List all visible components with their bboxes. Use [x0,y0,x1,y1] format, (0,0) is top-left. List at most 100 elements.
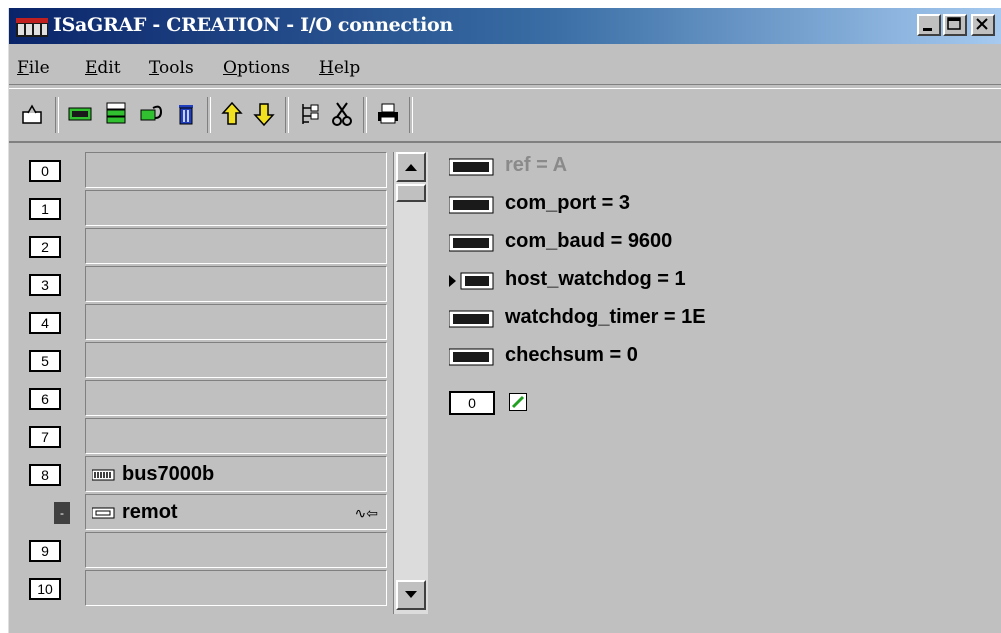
tree-icon [302,104,319,124]
close-button[interactable] [971,14,995,36]
slot-cell[interactable] [85,532,387,568]
selected-param-icon [449,272,494,290]
toolbar-separator [409,97,413,133]
remote-device-icon [92,507,115,519]
slot-number[interactable]: 8 [29,464,61,486]
open-button[interactable] [17,99,47,129]
slot-number[interactable]: 0 [29,160,61,182]
add-rack-button[interactable] [101,99,131,129]
slot-cell[interactable] [85,342,387,378]
toolbar-separator [285,97,289,133]
slot-number[interactable]: - [54,502,70,524]
slot-list: 0 1 2 3 4 5 6 7 8 bus7000b - remot ∿⇦ 9 … [19,152,391,608]
tree-button[interactable] [295,99,325,129]
channel-number[interactable]: 0 [449,391,495,415]
toolbar-separator [55,97,59,133]
print-icon [378,103,398,124]
slot-cell[interactable] [85,266,387,302]
slot-row[interactable]: 3 [19,266,391,304]
slot-cell[interactable]: remot ∿⇦ [85,494,387,530]
param-label: watchdog_timer = 1E [505,306,706,328]
slot-row[interactable]: 9 [19,532,391,570]
slot-row[interactable]: - remot ∿⇦ [19,494,391,532]
slot-cell[interactable] [85,380,387,416]
slot-row[interactable]: 7 [19,418,391,456]
param-icon [449,158,494,176]
slot-row[interactable]: 5 [19,342,391,380]
add-board-button[interactable] [65,99,95,129]
scroll-down-button[interactable] [396,580,426,610]
cut-button[interactable] [327,99,357,129]
slot-number[interactable]: 9 [29,540,61,562]
slot-row[interactable]: 10 [19,570,391,608]
scroll-thumb[interactable] [396,184,426,202]
param-label: com_baud = 9600 [505,230,673,252]
slot-row[interactable]: 2 [19,228,391,266]
scroll-up-button[interactable] [396,152,426,182]
slot-number[interactable]: 1 [29,198,61,220]
param-icon [449,234,494,252]
menu-edit[interactable]: Edit [85,58,121,78]
menu-options[interactable]: Options [223,58,290,78]
slot-cell[interactable]: bus7000b [85,456,387,492]
close-icon [976,18,988,30]
move-up-button[interactable] [217,99,247,129]
slot-number[interactable]: 10 [29,578,61,600]
slot-row[interactable]: 8 bus7000b [19,456,391,494]
param-icon [449,196,494,214]
pin-icon [140,105,163,121]
menu-bar: File Edit Tools Options Help [9,50,1001,85]
maximize-button[interactable] [943,14,967,36]
delete-button[interactable] [171,99,201,129]
slot-cell[interactable] [85,228,387,264]
slot-row[interactable]: 6 [19,380,391,418]
slot-number[interactable]: 5 [29,350,61,372]
toolbar [9,88,1001,143]
trash-icon [179,105,193,125]
slot-label: bus7000b [122,463,215,485]
slot-number[interactable]: 4 [29,312,61,334]
slot-row[interactable]: 0 [19,152,391,190]
slot-row[interactable]: 4 [19,304,391,342]
param-label: com_port = 3 [505,192,631,214]
open-icon [22,104,42,124]
slot-cell[interactable] [85,190,387,226]
slot-cell[interactable] [85,152,387,188]
move-up-icon [221,101,243,125]
edit-icon[interactable] [509,393,527,411]
toolbar-separator [207,97,211,133]
board-icon [92,469,115,481]
menu-file[interactable]: File [17,58,50,78]
slot-cell[interactable] [85,304,387,340]
connect-button[interactable] [137,99,167,129]
param-label: host_watchdog = 1 [505,268,686,290]
minimize-button[interactable] [917,14,941,36]
print-button[interactable] [373,99,403,129]
slot-number[interactable]: 3 [29,274,61,296]
menu-help[interactable]: Help [319,58,360,78]
slot-cell[interactable] [85,418,387,454]
board-icon [68,107,92,121]
slot-cell[interactable] [85,570,387,606]
slot-number[interactable]: 2 [29,236,61,258]
title-bar[interactable]: ISaGRAF - CREATION - I/O connection [9,8,1001,44]
slot-number[interactable]: 6 [29,388,61,410]
param-label: chechsum = 0 [505,344,638,366]
move-down-button[interactable] [249,99,279,129]
slot-row[interactable]: 1 [19,190,391,228]
param-icon [449,348,494,366]
arrow-up-icon [405,164,417,171]
minimize-icon [923,28,932,31]
param-label: ref = A [505,154,568,176]
link-icon: ∿⇦ [354,505,378,521]
slot-number[interactable]: 7 [29,426,61,448]
vertical-scrollbar[interactable] [393,152,428,614]
arrow-down-icon [405,591,417,598]
toolbar-separator [363,97,367,133]
isagraf-window: ISaGRAF - CREATION - I/O connection File… [8,8,1001,633]
param-icon [449,310,494,328]
maximize-icon [947,17,961,30]
isagraf-app-icon[interactable] [15,18,49,38]
window-title: ISaGRAF - CREATION - I/O connection [53,14,453,36]
menu-tools[interactable]: Tools [149,58,194,78]
